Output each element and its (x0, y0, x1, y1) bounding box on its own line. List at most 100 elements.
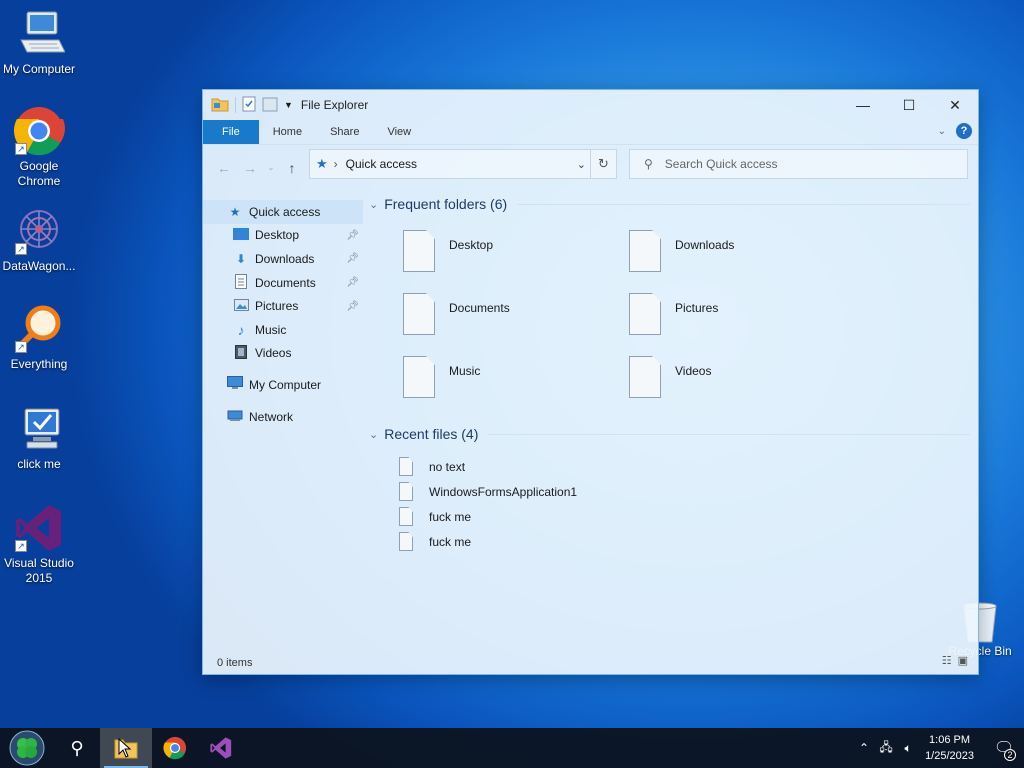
group-title: Frequent folders (6) (384, 196, 508, 212)
pictures-icon (233, 298, 249, 314)
shortcut-arrow-icon: ↗ (15, 143, 27, 155)
file-icon (399, 457, 413, 476)
taskbar-chrome[interactable] (152, 728, 198, 768)
sidebar-item-pictures[interactable]: Pictures 📌︎ (203, 294, 363, 318)
tab-file[interactable]: File (203, 120, 259, 144)
clock-date: 1/25/2023 (925, 750, 974, 762)
notification-count-badge: 2 (1004, 749, 1016, 761)
refresh-icon[interactable]: ↻ (590, 150, 616, 178)
sidebar-item-network[interactable]: Network (203, 405, 363, 429)
search-box[interactable]: ⚲ Search Quick access (629, 149, 968, 179)
list-item[interactable]: no text (399, 454, 978, 479)
title-bar[interactable]: ▼ File Explorer — ☐ ✕ (203, 90, 978, 120)
file-icon (403, 230, 435, 272)
new-folder-icon[interactable] (262, 96, 278, 115)
window-controls: — ☐ ✕ (840, 90, 978, 120)
ribbon-tabs: File Home Share View ⌄ ? (203, 120, 978, 144)
folder-icon (211, 96, 229, 115)
minimize-button[interactable]: — (840, 90, 886, 120)
computer-icon (227, 376, 243, 393)
taskbar-file-explorer[interactable] (100, 728, 152, 768)
chevron-down-icon[interactable]: ▼ (284, 100, 293, 110)
datawagon-icon: ↗ (13, 205, 65, 257)
recent-files-header[interactable]: ⌄ Recent files (4) (365, 420, 978, 448)
tab-home[interactable]: Home (259, 120, 316, 144)
large-icons-view-icon[interactable]: ▣ (958, 654, 968, 667)
sidebar-item-label: My Computer (249, 377, 322, 392)
sidebar-item-downloads[interactable]: ⬇ Downloads 📌︎ (203, 247, 363, 271)
folder-tile[interactable]: Videos (629, 356, 855, 398)
list-item[interactable]: fuck me (399, 504, 978, 529)
folder-name: Desktop (449, 238, 494, 252)
clock[interactable]: 1:06 PM 1/25/2023 (925, 732, 974, 764)
desktop-icon-datawagon[interactable]: ↗ DataWagon... (0, 205, 78, 274)
list-item[interactable]: WindowsFormsApplication1 (399, 479, 978, 504)
address-dropdown-icon[interactable]: ⌄ (577, 158, 586, 171)
computer-icon (13, 8, 66, 60)
recent-locations-icon[interactable]: ⌄ (265, 163, 277, 172)
sidebar-item-my-computer[interactable]: My Computer (203, 373, 363, 397)
list-item[interactable]: fuck me (399, 529, 978, 554)
tab-view[interactable]: View (373, 120, 425, 144)
show-hidden-icons-chevron-icon[interactable]: ⌃ (853, 741, 875, 755)
up-arrow-icon[interactable]: ↑ (281, 160, 303, 176)
sidebar-item-quick-access[interactable]: ★ Quick access (203, 200, 363, 224)
sidebar-item-label: Music (255, 322, 287, 337)
search-input[interactable]: Search Quick access (665, 157, 778, 171)
forward-arrow-icon[interactable]: → (239, 160, 261, 176)
collapse-chevron-icon: ⌄ (369, 428, 379, 441)
folder-name: Documents (449, 301, 510, 315)
frequent-folders-header[interactable]: ⌄ Frequent folders (6) (365, 190, 978, 218)
search-button[interactable]: ⚲ (54, 728, 100, 768)
action-center-button[interactable]: 🗨︎ 2 (984, 728, 1024, 768)
tab-share[interactable]: Share (316, 120, 373, 144)
taskbar-visual-studio[interactable] (198, 728, 244, 768)
folder-tile[interactable]: Desktop (403, 230, 629, 272)
clock-time: 1:06 PM (929, 734, 971, 746)
folder-name: Music (449, 364, 481, 378)
sidebar-item-documents[interactable]: Documents 📌︎ (203, 271, 363, 295)
network-icon[interactable]: 🖧︎ (875, 738, 897, 759)
taskbar: ⚲ ⌃ 🖧︎ 🔈︎ 1:06 PM 1/25/2023 🗨︎ 2 (0, 728, 1024, 768)
address-bar[interactable]: ★ › Quick access ⌄ ↻ (309, 149, 617, 179)
back-arrow-icon[interactable]: ← (213, 160, 235, 176)
click-me-icon (13, 403, 65, 455)
sidebar-item-desktop[interactable]: Desktop 📌︎ (203, 224, 363, 248)
desktop-icon-my-computer[interactable]: My Computer (0, 8, 78, 77)
sidebar-item-videos[interactable]: Videos (203, 342, 363, 366)
everything-icon: ↗ (13, 303, 65, 355)
divider (488, 433, 970, 435)
desktop-icon-label: Everything (10, 357, 68, 371)
desktop-icon-label: My Computer (2, 62, 76, 76)
folder-tile[interactable]: Documents (403, 293, 629, 335)
details-view-icon[interactable]: ☷ (942, 654, 952, 667)
sidebar-item-music[interactable]: ♪ Music (203, 318, 363, 342)
desktop-icon-click-me[interactable]: click me (0, 403, 78, 472)
properties-icon[interactable] (242, 96, 256, 115)
quick-access-star-icon: ★ (229, 204, 241, 219)
pin-icon: 📌︎ (346, 253, 359, 265)
folder-tile[interactable]: Music (403, 356, 629, 398)
pin-icon: 📌︎ (346, 300, 359, 312)
desktop-icon-google-chrome[interactable]: ↗ Google Chrome (0, 105, 78, 189)
volume-icon[interactable]: 🔈︎ (897, 741, 919, 756)
folder-tile[interactable]: Pictures (629, 293, 855, 335)
desktop-icon-visual-studio[interactable]: ↗ Visual Studio 2015 (0, 502, 78, 586)
close-button[interactable]: ✕ (932, 90, 978, 120)
desktop-icon-everything[interactable]: ↗ Everything (0, 303, 78, 372)
file-icon (399, 532, 413, 551)
collapse-chevron-icon: ⌄ (369, 198, 379, 211)
file-explorer-window: ▼ File Explorer — ☐ ✕ File Home Share Vi… (202, 89, 979, 675)
desktop-icon-label: DataWagon... (2, 259, 76, 273)
breadcrumb[interactable]: Quick access (346, 157, 417, 171)
start-button[interactable] (0, 728, 54, 768)
maximize-button[interactable]: ☐ (886, 90, 932, 120)
expand-ribbon-icon[interactable]: ⌄ (938, 126, 946, 137)
file-icon (399, 507, 413, 526)
file-icon (399, 482, 413, 501)
folder-tile[interactable]: Downloads (629, 230, 855, 272)
chrome-icon (163, 736, 187, 760)
folder-name: Videos (675, 364, 712, 378)
pin-icon: 📌︎ (346, 229, 359, 241)
help-icon[interactable]: ? (956, 123, 972, 139)
